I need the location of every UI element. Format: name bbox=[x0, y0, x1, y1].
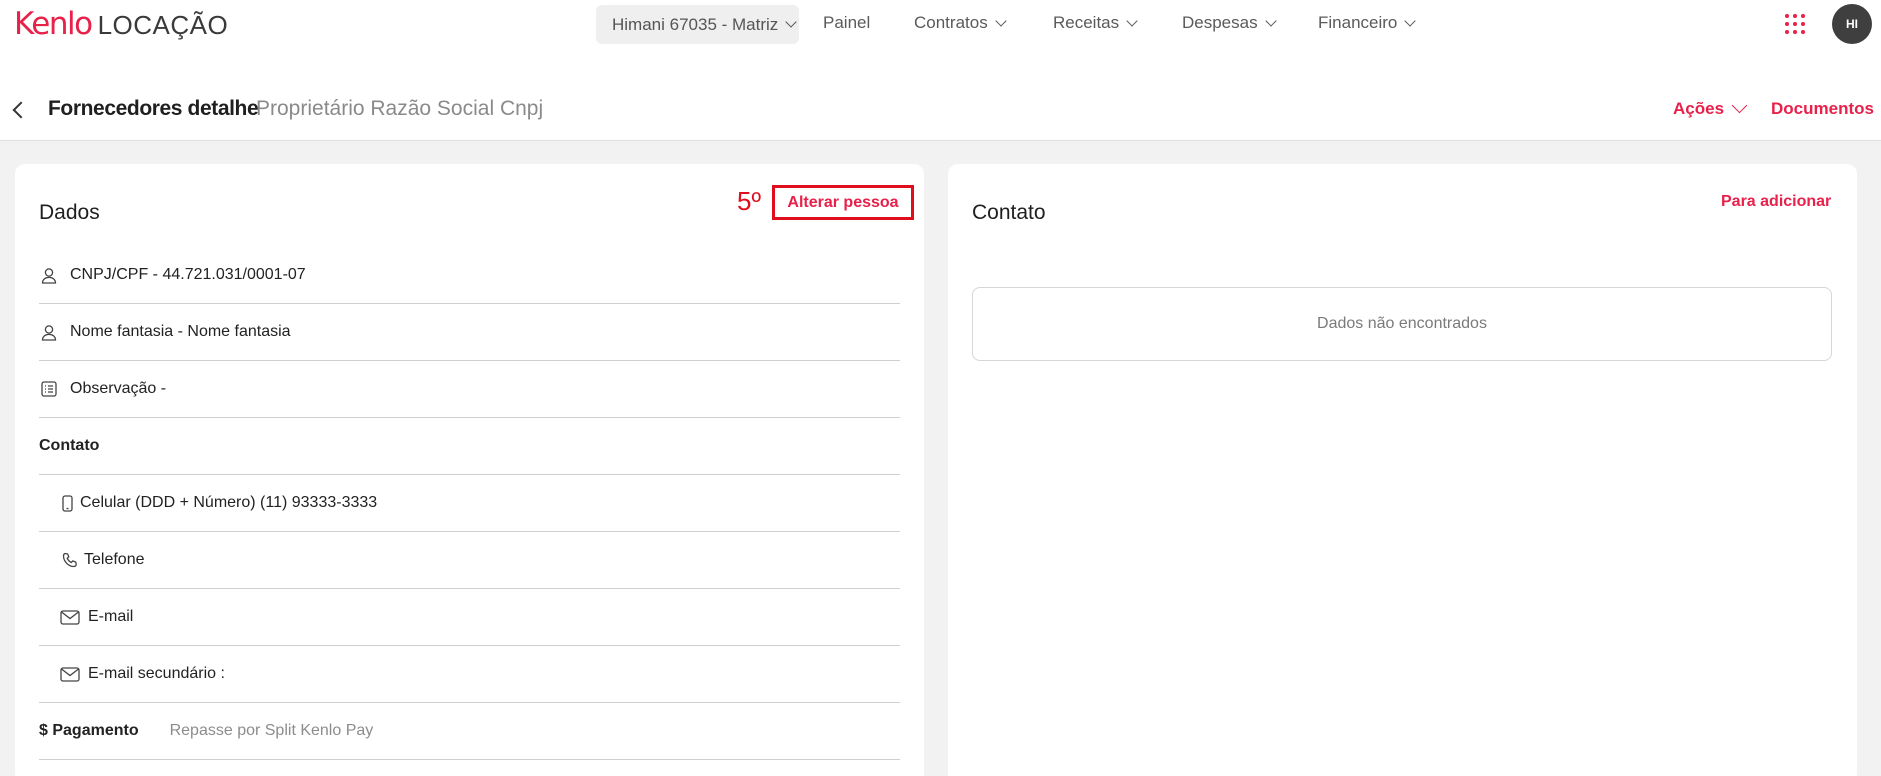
list-item: Telefone bbox=[39, 532, 900, 589]
chevron-down-icon bbox=[785, 16, 797, 28]
mail-icon bbox=[60, 607, 80, 627]
contato-card bbox=[948, 164, 1857, 776]
nome-fantasia-text: Nome fantasia - Nome fantasia bbox=[70, 323, 291, 340]
contato-title: Contato bbox=[972, 201, 1046, 224]
acoes-dropdown[interactable]: Ações bbox=[1673, 97, 1748, 119]
nav-contratos[interactable]: Contratos bbox=[914, 13, 1007, 33]
account-selector-label: Himani 67035 - Matriz bbox=[612, 14, 779, 34]
contato-heading: Contato bbox=[39, 437, 100, 454]
step-marker: 5º bbox=[737, 186, 761, 216]
list-item: E-mail bbox=[39, 589, 900, 646]
nav-painel-label: Painel bbox=[823, 13, 871, 32]
nav-despesas-label: Despesas bbox=[1182, 13, 1258, 32]
empty-state: Dados não encontrados bbox=[972, 287, 1832, 361]
mobile-icon bbox=[60, 493, 74, 513]
list-item: CNPJ/CPF - 44.721.031/0001-07 bbox=[39, 247, 900, 304]
nav-receitas-label: Receitas bbox=[1053, 13, 1120, 32]
telefone-text: Telefone bbox=[84, 551, 145, 568]
contato-heading-row: Contato bbox=[39, 418, 900, 475]
list-item: Celular (DDD + Número) (11) 93333-3333 bbox=[39, 475, 900, 532]
email-secundario-text: E-mail secundário : bbox=[88, 665, 225, 682]
alterar-pessoa-button[interactable]: Alterar pessoa bbox=[772, 185, 914, 220]
user-icon bbox=[39, 265, 59, 285]
kenlo-logo[interactable]: Kenlo LOCAÇÃO bbox=[14, 6, 229, 42]
list-item: E-mail secundário : bbox=[39, 646, 900, 703]
pagamento-value: Repasse por Split Kenlo Pay bbox=[169, 722, 374, 739]
nav-financeiro[interactable]: Financeiro bbox=[1318, 13, 1417, 33]
account-selector[interactable]: Himani 67035 - Matriz bbox=[596, 5, 799, 44]
nav-despesas[interactable]: Despesas bbox=[1182, 13, 1277, 33]
nav-financeiro-label: Financeiro bbox=[1318, 13, 1398, 32]
celular-text: Celular (DDD + Número) (11) 93333-3333 bbox=[80, 494, 378, 511]
list-item: Observação - bbox=[39, 361, 900, 418]
pagamento-row: $ Pagamento Repasse por Split Kenlo Pay bbox=[39, 703, 900, 760]
page-header: Fornecedores detalhe Proprietário Razão … bbox=[0, 48, 1881, 141]
top-navbar: Kenlo LOCAÇÃO Himani 67035 - Matriz Pain… bbox=[0, 0, 1881, 48]
empty-state-text: Dados não encontrados bbox=[1317, 315, 1487, 332]
nav-contratos-label: Contratos bbox=[914, 13, 988, 32]
observacao-text: Observação - bbox=[70, 380, 167, 397]
pagamento-label: $ Pagamento bbox=[39, 722, 139, 739]
chevron-down-icon bbox=[1126, 14, 1138, 27]
email-text: E-mail bbox=[88, 608, 134, 625]
user-icon bbox=[39, 322, 59, 342]
page-title: Fornecedores detalhe bbox=[48, 97, 259, 120]
logo-product: LOCAÇÃO bbox=[97, 10, 229, 40]
list-item: Nome fantasia - Nome fantasia bbox=[39, 304, 900, 361]
para-adicionar-link[interactable]: Para adicionar bbox=[1721, 193, 1831, 211]
documentos-link[interactable]: Documentos bbox=[1771, 99, 1874, 119]
mail-icon bbox=[60, 664, 80, 684]
nav-painel[interactable]: Painel bbox=[823, 13, 870, 33]
nav-receitas[interactable]: Receitas bbox=[1053, 13, 1138, 33]
grid-dots-icon[interactable] bbox=[1785, 14, 1805, 34]
chevron-down-icon bbox=[1404, 14, 1417, 27]
dados-title: Dados bbox=[39, 201, 100, 224]
cnpj-cpf-text: CNPJ/CPF - 44.721.031/0001-07 bbox=[70, 266, 306, 283]
chevron-down-icon bbox=[1264, 14, 1277, 27]
avatar[interactable]: HI bbox=[1832, 4, 1872, 44]
chevron-down-icon bbox=[995, 14, 1007, 27]
acoes-label: Ações bbox=[1673, 99, 1725, 118]
note-icon bbox=[39, 379, 59, 399]
page-subtitle: Proprietário Razão Social Cnpj bbox=[256, 97, 544, 120]
logo-brand: Kenlo bbox=[14, 6, 93, 42]
phone-icon bbox=[60, 550, 80, 570]
back-arrow-icon[interactable] bbox=[12, 101, 30, 119]
chevron-down-icon bbox=[1731, 97, 1748, 114]
